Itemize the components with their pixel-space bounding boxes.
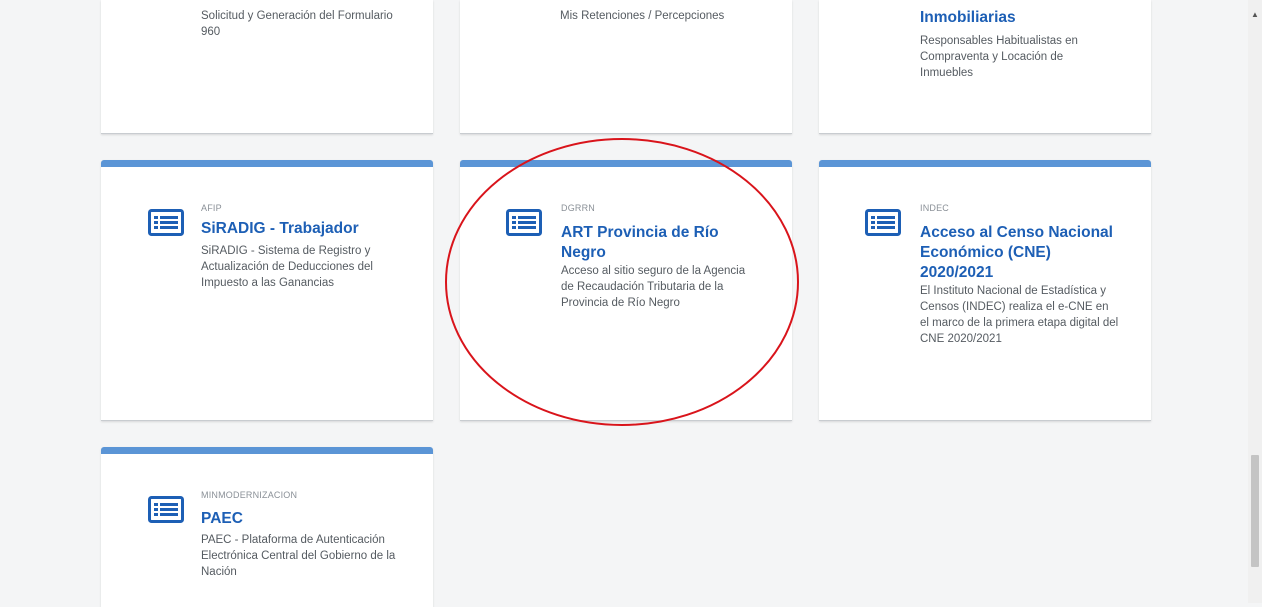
card-title: SiRADIG - Trabajador bbox=[201, 220, 359, 237]
card-title: ART Provincia de Río Negro bbox=[561, 224, 719, 261]
list-icon bbox=[148, 209, 184, 236]
service-card-siradig[interactable]: AFIP SiRADIG - Trabajador SiRADIG - Sist… bbox=[101, 160, 433, 421]
service-card-censo-cne[interactable]: INDEC Acceso al Censo Nacional Económico… bbox=[819, 160, 1151, 421]
list-icon bbox=[148, 496, 184, 523]
list-icon bbox=[865, 209, 901, 236]
card-description: Solicitud y Generación del Formulario 96… bbox=[201, 10, 393, 38]
card-organization: AFIP bbox=[201, 203, 222, 213]
card-description: Acceso al sitio seguro de la Agencia de … bbox=[561, 265, 746, 309]
card-title: Acceso al Censo Nacional Económico (CNE)… bbox=[920, 224, 1113, 281]
scrollbar-thumb[interactable] bbox=[1251, 455, 1259, 567]
card-description: Mis Retenciones / Percepciones bbox=[560, 10, 725, 22]
card-title: Inmobiliarias bbox=[920, 9, 1016, 26]
service-card-paec[interactable]: MINMODERNIZACION PAEC PAEC - Plataforma … bbox=[101, 447, 433, 607]
card-description: El Instituto Nacional de Estadística y C… bbox=[920, 285, 1119, 345]
card-organization: MINMODERNIZACION bbox=[201, 490, 298, 500]
service-card-mis-retenciones[interactable]: Mis Retenciones / Percepciones bbox=[460, 0, 792, 134]
card-description: Responsables Habitualistas en Compravent… bbox=[920, 35, 1078, 79]
card-title: PAEC bbox=[201, 510, 243, 527]
card-description: PAEC - Plataforma de Autenticación Elect… bbox=[201, 534, 396, 578]
card-organization: DGRRN bbox=[561, 203, 595, 213]
scroll-up-icon[interactable]: ▲ bbox=[1248, 8, 1262, 22]
service-card-formulario-960[interactable]: Solicitud y Generación del Formulario 96… bbox=[101, 0, 433, 134]
card-organization: INDEC bbox=[920, 203, 950, 213]
service-card-art-rio-negro[interactable]: DGRRN ART Provincia de Río Negro Acceso … bbox=[460, 160, 792, 421]
card-description: SiRADIG - Sistema de Registro y Actualiz… bbox=[201, 245, 373, 289]
list-icon bbox=[506, 209, 542, 236]
service-card-inmobiliarias[interactable]: Inmobiliarias Responsables Habitualistas… bbox=[819, 0, 1151, 134]
